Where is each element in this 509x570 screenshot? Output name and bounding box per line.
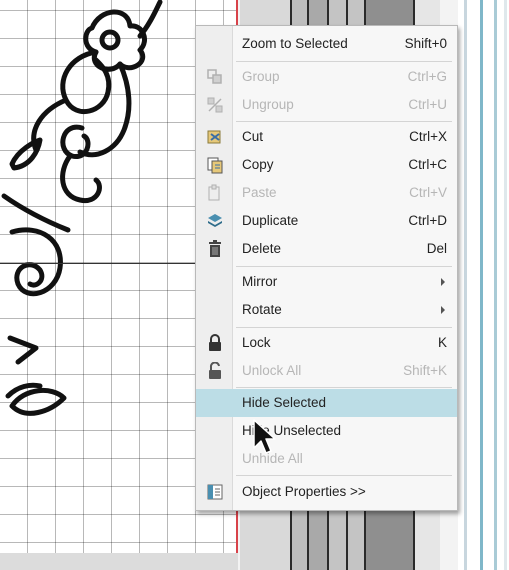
submenu-arrow-icon <box>441 306 445 314</box>
panel-border <box>464 0 467 570</box>
menu-item-cut[interactable]: Cut Ctrl+X <box>196 123 457 151</box>
menu-item-lock[interactable]: Lock K <box>196 329 457 357</box>
right-panel <box>458 0 509 570</box>
menu-item-zoom-to-selected[interactable]: Zoom to Selected Shift+0 <box>196 30 457 58</box>
menu-item-label: Mirror <box>242 274 278 289</box>
menu-item-label: Cut <box>242 129 264 144</box>
menu-item-hide-selected[interactable]: Hide Selected <box>196 389 457 417</box>
menu-item-label: Duplicate <box>242 213 299 228</box>
menu-item-shortcut: Ctrl+D <box>408 213 447 228</box>
duplicate-icon <box>208 214 222 227</box>
menu-item-unlock-all[interactable]: Unlock All Shift+K <box>196 357 457 385</box>
submenu-arrow-icon <box>441 278 445 286</box>
menu-item-label: Copy <box>242 157 274 172</box>
menu-item-shortcut: Ctrl+G <box>407 69 447 84</box>
panel-border <box>504 0 507 570</box>
menu-item-label: Unlock All <box>242 363 302 378</box>
menu-separator <box>236 61 452 62</box>
menu-item-rotate[interactable]: Rotate <box>196 296 457 324</box>
menu-item-label: Lock <box>242 335 271 350</box>
paste-icon <box>208 184 220 201</box>
menu-item-delete[interactable]: Delete Del <box>196 235 457 263</box>
trash-icon <box>209 240 221 257</box>
menu-item-group[interactable]: Group Ctrl+G <box>196 63 457 91</box>
mouse-cursor-icon <box>253 419 276 454</box>
menu-item-copy[interactable]: Copy Ctrl+C <box>196 151 457 179</box>
menu-item-label: Delete <box>242 241 282 256</box>
menu-item-shortcut: Ctrl+C <box>408 157 447 172</box>
menu-item-label: Object Properties >> <box>242 484 366 499</box>
menu-item-shortcut: Del <box>426 241 447 256</box>
menu-item-label: Paste <box>242 185 277 200</box>
menu-item-label: Group <box>242 69 280 84</box>
menu-item-label: Ungroup <box>242 97 294 112</box>
properties-icon <box>207 484 223 500</box>
unlock-icon <box>209 362 221 379</box>
menu-item-shortcut: Shift+K <box>403 363 447 378</box>
menu-separator <box>236 121 452 122</box>
panel-border <box>480 0 483 570</box>
menu-item-ungroup[interactable]: Ungroup Ctrl+U <box>196 91 457 119</box>
menu-separator <box>236 475 452 476</box>
menu-item-shortcut: Ctrl+X <box>409 129 447 144</box>
menu-item-label: Hide Selected <box>242 395 327 410</box>
horizontal-scrollbar[interactable] <box>0 553 240 570</box>
lock-icon <box>209 334 221 351</box>
context-menu: Zoom to Selected Shift+0 Group Ctrl+G Un… <box>195 25 458 511</box>
group-icon <box>207 69 222 84</box>
menu-item-shortcut: Ctrl+U <box>408 97 447 112</box>
menu-item-paste[interactable]: Paste Ctrl+V <box>196 179 457 207</box>
menu-item-shortcut: Shift+0 <box>404 36 447 51</box>
ungroup-icon <box>207 97 223 113</box>
menu-item-unhide-all[interactable]: Unhide All <box>196 445 457 473</box>
panel-border <box>494 0 497 570</box>
menu-item-shortcut: Ctrl+V <box>409 185 447 200</box>
menu-item-hide-unselected[interactable]: Hide Unselected <box>196 417 457 445</box>
menu-item-label: Rotate <box>242 302 282 317</box>
menu-separator <box>236 327 452 328</box>
copy-icon <box>207 157 223 174</box>
menu-item-object-properties[interactable]: Object Properties >> <box>196 478 457 506</box>
menu-item-shortcut: K <box>437 335 447 350</box>
menu-item-label: Zoom to Selected <box>242 36 348 51</box>
menu-separator <box>236 387 452 388</box>
menu-item-mirror[interactable]: Mirror <box>196 268 457 296</box>
cut-icon <box>207 130 221 144</box>
menu-separator <box>236 266 452 267</box>
menu-item-duplicate[interactable]: Duplicate Ctrl+D <box>196 207 457 235</box>
